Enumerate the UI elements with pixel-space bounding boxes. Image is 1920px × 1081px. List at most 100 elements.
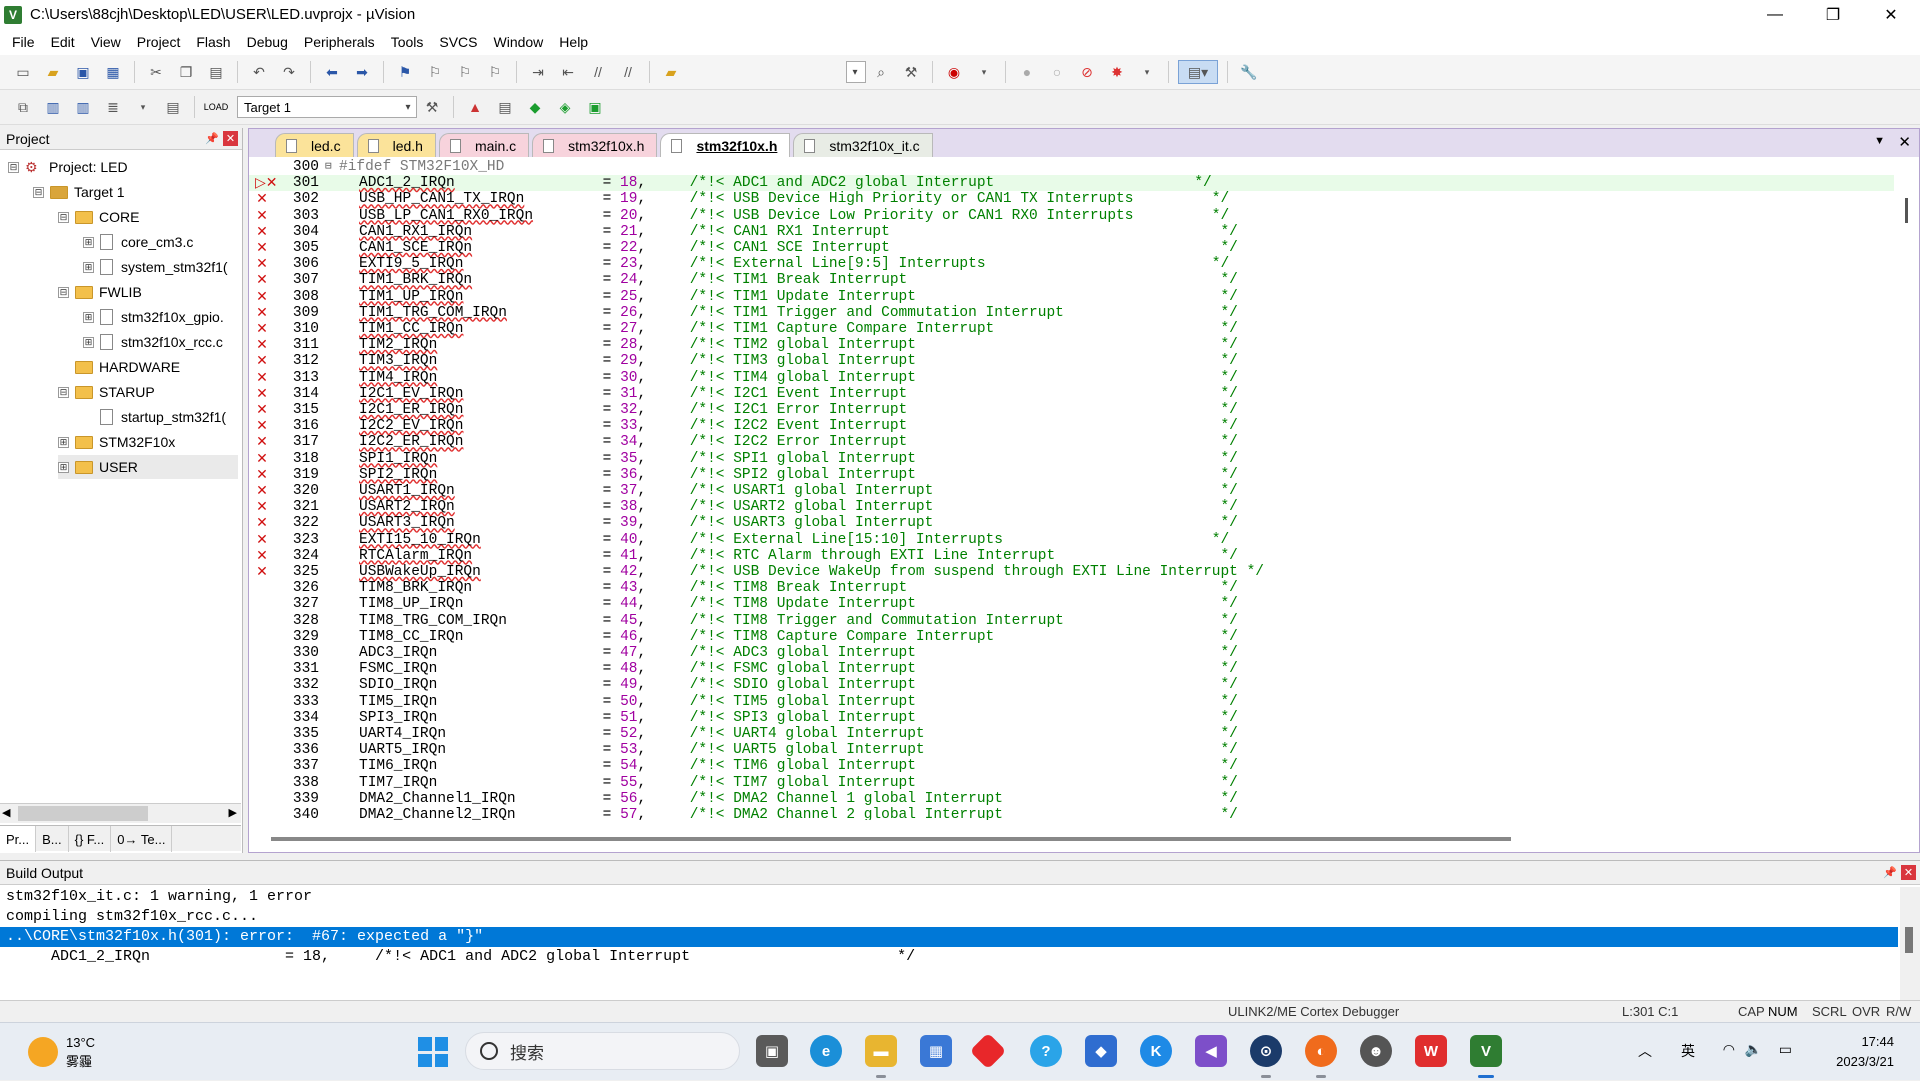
output-line[interactable]: compiling stm32f10x_rcc.c... <box>0 907 1898 927</box>
error-marker-icon[interactable]: ✕ <box>255 564 269 580</box>
maximize-button[interactable]: ❐ <box>1804 0 1862 29</box>
error-marker-icon[interactable]: ✕ <box>255 321 269 337</box>
pin-icon[interactable]: 📌 <box>1883 865 1897 879</box>
disable-breakpoints-icon[interactable]: ⊘ <box>1075 60 1099 84</box>
error-marker-icon[interactable]: ▷✕ <box>255 175 278 191</box>
error-marker-icon[interactable]: ✕ <box>255 353 269 369</box>
error-marker-icon[interactable]: ✕ <box>255 386 269 402</box>
tree-item-project[interactable]: ⊟ ⚙ Project: LED <box>8 155 128 179</box>
navigate-back-icon[interactable]: ⬅ <box>320 60 344 84</box>
open-file-icon[interactable]: ▰ <box>41 60 65 84</box>
collapse-icon[interactable]: ⊟ <box>33 186 44 198</box>
build-icon[interactable]: ▥ <box>41 95 65 119</box>
close-button[interactable]: ✕ <box>1862 0 1920 29</box>
error-marker-icon[interactable]: ✕ <box>255 272 269 288</box>
error-marker-icon[interactable]: ✕ <box>255 499 269 515</box>
code-view[interactable]: 300 ⊟ #ifdef STM32F10X_HD ▷✕ 301 ADC1_2_IRQn… <box>249 158 1894 820</box>
k-app-icon[interactable]: K <box>1140 1035 1172 1067</box>
scroll-thumb[interactable] <box>1905 198 1908 223</box>
error-marker-icon[interactable]: ✕ <box>255 532 269 548</box>
find-in-files-icon[interactable]: ▰ <box>659 60 683 84</box>
menu-file[interactable]: File <box>4 34 43 50</box>
save-icon[interactable]: ▣ <box>71 60 95 84</box>
battery-icon[interactable]: ▭ <box>1779 1041 1792 1058</box>
error-marker-icon[interactable]: ✕ <box>255 467 269 483</box>
scroll-right-icon[interactable]: ▶ <box>229 806 237 819</box>
help-app-icon[interactable]: ? <box>1030 1035 1062 1067</box>
tree-item-fwlib[interactable]: ⊟ FWLIB <box>58 280 142 304</box>
tree-item-file[interactable]: ⊞ core_cm3.c <box>83 230 193 254</box>
debug-dropdown-icon[interactable]: ▾ <box>972 60 996 84</box>
tree-item-file[interactable]: ⊞ system_stm32f1( <box>83 255 228 279</box>
tab-stm32f10x-h-active[interactable]: stm32f10x.h <box>660 133 791 157</box>
tab-list-dropdown-icon[interactable]: ▼ <box>1874 135 1885 147</box>
collapse-icon[interactable]: ⊟ <box>8 161 19 173</box>
tab-functions[interactable]: {} F... <box>69 826 112 852</box>
blue-app-icon[interactable]: ◆ <box>1085 1035 1117 1067</box>
orange-app-icon[interactable]: ◐ <box>1305 1035 1337 1067</box>
fold-icon[interactable]: ⊟ <box>325 159 332 175</box>
rebuild-icon[interactable]: ▥ <box>71 95 95 119</box>
bookmark-icon[interactable]: ⚑ <box>393 60 417 84</box>
tree-item-user[interactable]: ⊞ USER <box>58 455 238 479</box>
tree-item-file[interactable]: ⊞ stm32f10x_rcc.c <box>83 330 223 354</box>
tab-led-c[interactable]: led.c <box>275 133 354 157</box>
redo-icon[interactable]: ↷ <box>277 60 301 84</box>
menu-help[interactable]: Help <box>551 34 596 50</box>
close-tab-icon[interactable]: ✕ <box>1898 133 1911 151</box>
error-marker-icon[interactable]: ✕ <box>255 289 269 305</box>
batch-build-icon[interactable]: ≣ <box>101 95 125 119</box>
scroll-thumb[interactable] <box>1905 927 1913 953</box>
file-explorer-icon[interactable]: ▬ <box>865 1035 897 1067</box>
menu-edit[interactable]: Edit <box>43 34 83 50</box>
tab-templates[interactable]: 0→ Te... <box>111 826 173 852</box>
scroll-left-icon[interactable]: ◀ <box>2 806 10 819</box>
tree-item-target[interactable]: ⊟ Target 1 <box>33 180 125 204</box>
translate-icon[interactable]: ⧉ <box>11 95 35 119</box>
unindent-icon[interactable]: ⇤ <box>556 60 580 84</box>
error-marker-icon[interactable]: ✕ <box>255 256 269 272</box>
error-marker-icon[interactable]: ✕ <box>255 451 269 467</box>
configure-icon[interactable]: 🔧 <box>1237 60 1261 84</box>
tree-item-file[interactable]: ⊞ stm32f10x_gpio. <box>83 305 224 329</box>
next-bookmark-icon[interactable]: ⚐ <box>453 60 477 84</box>
batch-dropdown-icon[interactable]: ▾ <box>131 95 155 119</box>
menu-peripherals[interactable]: Peripherals <box>296 34 383 50</box>
microsoft-store-icon[interactable]: ▦ <box>920 1035 952 1067</box>
close-pane-icon[interactable]: ✕ <box>223 131 238 146</box>
debug-session-icon[interactable]: ◉ <box>942 60 966 84</box>
wifi-icon[interactable]: ◠ <box>1723 1041 1735 1058</box>
input-language[interactable]: 英 <box>1681 1041 1695 1061</box>
target-select[interactable]: Target 1 ▾ <box>237 96 417 118</box>
expand-icon[interactable]: ⊞ <box>83 236 94 248</box>
build-output-vscrollbar[interactable] <box>1900 887 1920 1000</box>
project-hscrollbar[interactable]: ◀ ▶ <box>0 803 241 823</box>
red-diamond-app-icon[interactable] <box>969 1032 1007 1070</box>
paste-icon[interactable]: ▤ <box>204 60 228 84</box>
manage-project-items-icon[interactable]: ▲ <box>463 95 487 119</box>
tree-item-hardware[interactable]: HARDWARE <box>75 355 180 379</box>
error-marker-icon[interactable]: ✕ <box>255 370 269 386</box>
show-hidden-icons-icon[interactable]: ︿ <box>1638 1041 1652 1061</box>
expand-icon[interactable]: ⊞ <box>83 336 94 348</box>
comment-icon[interactable]: // <box>586 60 610 84</box>
expand-icon[interactable]: ⊞ <box>58 461 69 473</box>
tab-books[interactable]: B... <box>36 826 69 852</box>
menu-svcs[interactable]: SVCS <box>431 34 485 50</box>
uvision-taskbar-icon[interactable]: V <box>1470 1035 1502 1067</box>
windows-start-icon[interactable] <box>418 1037 448 1067</box>
multi-project-icon[interactable]: ▣ <box>583 95 607 119</box>
collapse-icon[interactable]: ⊟ <box>58 386 69 398</box>
error-marker-icon[interactable]: ✕ <box>255 515 269 531</box>
cut-icon[interactable]: ✂ <box>144 60 168 84</box>
scroll-thumb[interactable] <box>18 806 148 821</box>
error-marker-icon[interactable]: ✕ <box>255 434 269 450</box>
editor-hscrollbar[interactable] <box>271 837 1511 841</box>
menu-window[interactable]: Window <box>486 34 552 50</box>
expand-icon[interactable]: ⊞ <box>58 436 69 448</box>
error-marker-icon[interactable]: ✕ <box>255 208 269 224</box>
menu-view[interactable]: View <box>83 34 129 50</box>
game-app-icon[interactable]: ☻ <box>1360 1035 1392 1067</box>
close-pane-icon[interactable]: ✕ <box>1901 865 1916 880</box>
tab-main-c[interactable]: main.c <box>438 133 530 157</box>
